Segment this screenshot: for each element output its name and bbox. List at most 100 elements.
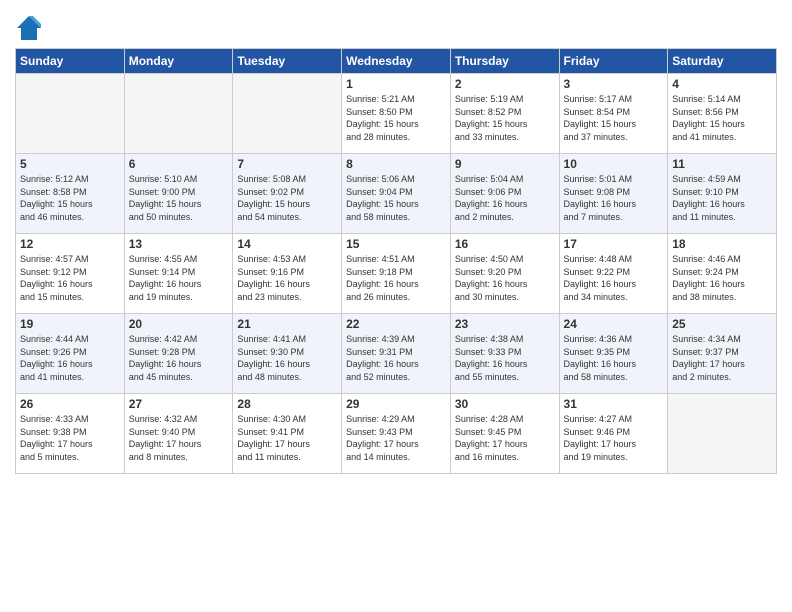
- day-info: Sunrise: 4:44 AM Sunset: 9:26 PM Dayligh…: [20, 333, 120, 383]
- day-number: 16: [455, 237, 555, 251]
- calendar-cell: 14Sunrise: 4:53 AM Sunset: 9:16 PM Dayli…: [233, 234, 342, 314]
- calendar-cell: [668, 394, 777, 474]
- calendar-cell: 27 Sunrise: 4:32 AM Sunset: 9:40 PM Dayli…: [124, 394, 233, 474]
- calendar-cell: 11Sunrise: 4:59 AM Sunset: 9:10 PM Dayli…: [668, 154, 777, 234]
- day-number: 1: [346, 77, 446, 91]
- day-number: 6: [129, 157, 229, 171]
- calendar-cell: 18 Sunrise: 4:46 AM Sunset: 9:24 PM Dayli…: [668, 234, 777, 314]
- calendar-cell: 5 Sunrise: 5:12 AM Sunset: 8:58 PM Daylig…: [16, 154, 125, 234]
- calendar-cell: 4Sunrise: 5:14 AM Sunset: 8:56 PM Daylig…: [668, 74, 777, 154]
- day-number: 5: [20, 157, 120, 171]
- day-number: 19: [20, 317, 120, 331]
- day-info: Sunrise: 4:27 AM Sunset: 9:46 PM Dayligh…: [564, 413, 664, 463]
- weekday-header-row: SundayMondayTuesdayWednesdayThursdayFrid…: [16, 49, 777, 74]
- calendar-row-5: 26 Sunrise: 4:33 AM Sunset: 9:38 PM Dayli…: [16, 394, 777, 474]
- day-info: Sunrise: 4:51 AM Sunset: 9:18 PM Dayligh…: [346, 253, 446, 303]
- day-number: 3: [564, 77, 664, 91]
- calendar-cell: [16, 74, 125, 154]
- day-info: Sunrise: 5:04 AM Sunset: 9:06 PM Dayligh…: [455, 173, 555, 223]
- calendar-cell: 24 Sunrise: 4:36 AM Sunset: 9:35 PM Dayli…: [559, 314, 668, 394]
- day-number: 23: [455, 317, 555, 331]
- calendar-table: SundayMondayTuesdayWednesdayThursdayFrid…: [15, 48, 777, 474]
- calendar-row-1: 1Sunrise: 5:21 AM Sunset: 8:50 PM Daylig…: [16, 74, 777, 154]
- weekday-header-wednesday: Wednesday: [342, 49, 451, 74]
- day-number: 9: [455, 157, 555, 171]
- day-info: Sunrise: 5:01 AM Sunset: 9:08 PM Dayligh…: [564, 173, 664, 223]
- day-number: 26: [20, 397, 120, 411]
- day-number: 14: [237, 237, 337, 251]
- calendar-cell: 17 Sunrise: 4:48 AM Sunset: 9:22 PM Dayli…: [559, 234, 668, 314]
- logo-icon: [15, 14, 43, 42]
- calendar-cell: 22 Sunrise: 4:39 AM Sunset: 9:31 PM Dayli…: [342, 314, 451, 394]
- calendar-cell: 6Sunrise: 5:10 AM Sunset: 9:00 PM Daylig…: [124, 154, 233, 234]
- calendar-cell: 2Sunrise: 5:19 AM Sunset: 8:52 PM Daylig…: [450, 74, 559, 154]
- calendar-cell: 29 Sunrise: 4:29 AM Sunset: 9:43 PM Dayli…: [342, 394, 451, 474]
- day-number: 15: [346, 237, 446, 251]
- day-number: 2: [455, 77, 555, 91]
- calendar-cell: 23 Sunrise: 4:38 AM Sunset: 9:33 PM Dayli…: [450, 314, 559, 394]
- calendar-cell: 8Sunrise: 5:06 AM Sunset: 9:04 PM Daylig…: [342, 154, 451, 234]
- day-info: Sunrise: 4:42 AM Sunset: 9:28 PM Dayligh…: [129, 333, 229, 383]
- day-info: Sunrise: 5:17 AM Sunset: 8:54 PM Dayligh…: [564, 93, 664, 143]
- day-number: 21: [237, 317, 337, 331]
- day-number: 20: [129, 317, 229, 331]
- logo: [15, 14, 47, 42]
- day-info: Sunrise: 4:38 AM Sunset: 9:33 PM Dayligh…: [455, 333, 555, 383]
- day-info: Sunrise: 4:32 AM Sunset: 9:40 PM Dayligh…: [129, 413, 229, 463]
- day-number: 17: [564, 237, 664, 251]
- calendar-cell: 30 Sunrise: 4:28 AM Sunset: 9:45 PM Dayli…: [450, 394, 559, 474]
- calendar-cell: 7Sunrise: 5:08 AM Sunset: 9:02 PM Daylig…: [233, 154, 342, 234]
- day-info: Sunrise: 5:14 AM Sunset: 8:56 PM Dayligh…: [672, 93, 772, 143]
- calendar-cell: 9 Sunrise: 5:04 AM Sunset: 9:06 PM Daylig…: [450, 154, 559, 234]
- day-info: Sunrise: 4:57 AM Sunset: 9:12 PM Dayligh…: [20, 253, 120, 303]
- calendar-cell: 15 Sunrise: 4:51 AM Sunset: 9:18 PM Dayli…: [342, 234, 451, 314]
- calendar-row-4: 19 Sunrise: 4:44 AM Sunset: 9:26 PM Dayli…: [16, 314, 777, 394]
- day-info: Sunrise: 4:48 AM Sunset: 9:22 PM Dayligh…: [564, 253, 664, 303]
- weekday-header-tuesday: Tuesday: [233, 49, 342, 74]
- calendar-cell: 19 Sunrise: 4:44 AM Sunset: 9:26 PM Dayli…: [16, 314, 125, 394]
- header: [15, 10, 777, 42]
- calendar-cell: 3 Sunrise: 5:17 AM Sunset: 8:54 PM Daylig…: [559, 74, 668, 154]
- day-info: Sunrise: 5:06 AM Sunset: 9:04 PM Dayligh…: [346, 173, 446, 223]
- calendar-cell: 16Sunrise: 4:50 AM Sunset: 9:20 PM Dayli…: [450, 234, 559, 314]
- day-number: 28: [237, 397, 337, 411]
- day-number: 30: [455, 397, 555, 411]
- day-number: 22: [346, 317, 446, 331]
- day-number: 27: [129, 397, 229, 411]
- weekday-header-thursday: Thursday: [450, 49, 559, 74]
- calendar-cell: 31Sunrise: 4:27 AM Sunset: 9:46 PM Dayli…: [559, 394, 668, 474]
- calendar-cell: 20 Sunrise: 4:42 AM Sunset: 9:28 PM Dayli…: [124, 314, 233, 394]
- day-info: Sunrise: 5:12 AM Sunset: 8:58 PM Dayligh…: [20, 173, 120, 223]
- day-info: Sunrise: 4:46 AM Sunset: 9:24 PM Dayligh…: [672, 253, 772, 303]
- calendar-cell: [233, 74, 342, 154]
- day-number: 29: [346, 397, 446, 411]
- day-info: Sunrise: 4:29 AM Sunset: 9:43 PM Dayligh…: [346, 413, 446, 463]
- day-info: Sunrise: 4:59 AM Sunset: 9:10 PM Dayligh…: [672, 173, 772, 223]
- weekday-header-monday: Monday: [124, 49, 233, 74]
- day-number: 10: [564, 157, 664, 171]
- day-info: Sunrise: 4:30 AM Sunset: 9:41 PM Dayligh…: [237, 413, 337, 463]
- day-info: Sunrise: 4:28 AM Sunset: 9:45 PM Dayligh…: [455, 413, 555, 463]
- calendar-cell: 1Sunrise: 5:21 AM Sunset: 8:50 PM Daylig…: [342, 74, 451, 154]
- day-number: 12: [20, 237, 120, 251]
- day-number: 24: [564, 317, 664, 331]
- day-number: 18: [672, 237, 772, 251]
- weekday-header-sunday: Sunday: [16, 49, 125, 74]
- calendar-cell: 28 Sunrise: 4:30 AM Sunset: 9:41 PM Dayli…: [233, 394, 342, 474]
- calendar-cell: 13 Sunrise: 4:55 AM Sunset: 9:14 PM Dayli…: [124, 234, 233, 314]
- day-info: Sunrise: 4:33 AM Sunset: 9:38 PM Dayligh…: [20, 413, 120, 463]
- day-number: 25: [672, 317, 772, 331]
- calendar-cell: 12 Sunrise: 4:57 AM Sunset: 9:12 PM Dayli…: [16, 234, 125, 314]
- day-info: Sunrise: 4:36 AM Sunset: 9:35 PM Dayligh…: [564, 333, 664, 383]
- calendar-cell: 25Sunrise: 4:34 AM Sunset: 9:37 PM Dayli…: [668, 314, 777, 394]
- calendar-cell: 26 Sunrise: 4:33 AM Sunset: 9:38 PM Dayli…: [16, 394, 125, 474]
- day-info: Sunrise: 4:55 AM Sunset: 9:14 PM Dayligh…: [129, 253, 229, 303]
- calendar-row-2: 5 Sunrise: 5:12 AM Sunset: 8:58 PM Daylig…: [16, 154, 777, 234]
- day-info: Sunrise: 4:39 AM Sunset: 9:31 PM Dayligh…: [346, 333, 446, 383]
- day-info: Sunrise: 4:41 AM Sunset: 9:30 PM Dayligh…: [237, 333, 337, 383]
- day-info: Sunrise: 5:08 AM Sunset: 9:02 PM Dayligh…: [237, 173, 337, 223]
- weekday-header-saturday: Saturday: [668, 49, 777, 74]
- calendar-cell: 21 Sunrise: 4:41 AM Sunset: 9:30 PM Dayli…: [233, 314, 342, 394]
- day-number: 13: [129, 237, 229, 251]
- weekday-header-friday: Friday: [559, 49, 668, 74]
